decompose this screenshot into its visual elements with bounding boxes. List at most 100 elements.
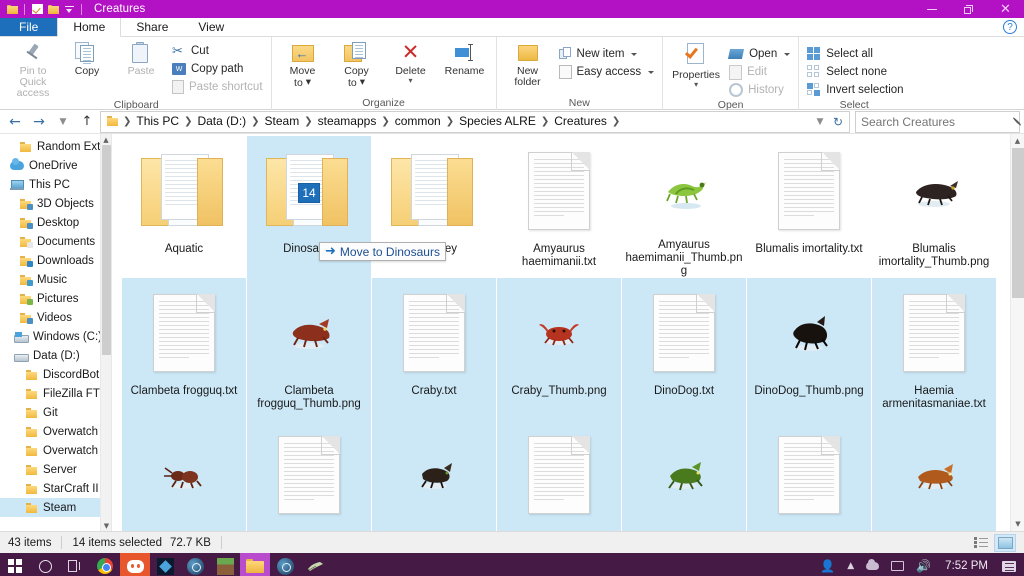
onedrive-tray-icon[interactable] — [860, 553, 885, 576]
breadcrumb-item-steam[interactable]: Steam — [261, 112, 304, 131]
rename-button[interactable]: Rename — [438, 40, 492, 77]
new-item-button[interactable]: New item — [555, 45, 659, 63]
start-button[interactable] — [0, 553, 30, 576]
history-dropdown-icon[interactable]: ▼ — [813, 111, 827, 133]
volume-icon[interactable]: 🔊 — [910, 553, 937, 576]
scrollbar-thumb[interactable] — [1012, 148, 1024, 298]
sidebar-item-overwatch[interactable]: Overwatch — [0, 422, 111, 441]
list-item[interactable]: Craby_Thumb.png — [497, 278, 621, 420]
clock[interactable]: 7:52 PM — [937, 560, 996, 572]
list-item[interactable]: Craby.txt — [372, 278, 496, 420]
breadcrumb-item-creatures[interactable]: Creatures — [550, 112, 611, 131]
easy-access-button[interactable]: Easy access — [555, 63, 659, 81]
steam-taskbar-button[interactable] — [180, 553, 210, 576]
refresh-icon[interactable]: ↻ — [833, 115, 843, 129]
paste-button[interactable]: Paste — [114, 40, 168, 77]
list-item[interactable] — [247, 420, 371, 531]
tab-home[interactable]: Home — [57, 18, 121, 37]
file-list-pane[interactable]: Aquatic 14 Dinosaurs — [112, 134, 1024, 531]
cortana-button[interactable] — [30, 553, 60, 576]
new-folder-button[interactable]: Newfolder — [501, 40, 555, 88]
sidebar-item-steam[interactable]: Steam — [0, 498, 111, 517]
search-box[interactable] — [855, 111, 1020, 133]
customize-caret-icon[interactable] — [62, 2, 76, 16]
breadcrumb-separator[interactable]: ❯ — [303, 116, 313, 127]
sidebar-item-overwatch-test[interactable]: Overwatch Test — [0, 441, 111, 460]
sidebar-item-downloads[interactable]: Downloads — [0, 251, 111, 270]
move-to-button[interactable]: ← Moveto ▾ — [276, 40, 330, 89]
copy-path-button[interactable]: W Copy path — [168, 60, 267, 78]
sidebar-item-documents[interactable]: Documents — [0, 232, 111, 251]
breadcrumb-separator[interactable]: ❯ — [445, 116, 455, 127]
file-pane-scrollbar[interactable]: ▲ ▼ — [1010, 134, 1024, 531]
app-blue-taskbar-button[interactable] — [150, 553, 180, 576]
scrollbar-thumb[interactable] — [102, 145, 111, 355]
properties-button[interactable]: Properties ▾ — [667, 40, 725, 88]
list-item[interactable]: Blumalis imortality_Thumb.png — [872, 136, 996, 278]
select-all-button[interactable]: Select all — [803, 45, 907, 63]
details-view-button[interactable] — [970, 534, 992, 552]
sidebar-item-discordbot[interactable]: DiscordBot — [0, 365, 111, 384]
minimize-button[interactable] — [913, 0, 950, 18]
invert-selection-button[interactable]: Invert selection — [803, 81, 907, 99]
help-button[interactable]: ? — [1003, 20, 1017, 34]
task-view-button[interactable] — [60, 553, 90, 576]
up-icon[interactable]: ↑ — [76, 111, 98, 133]
recent-locations-icon[interactable]: ▼ — [52, 111, 74, 133]
list-item[interactable] — [872, 420, 996, 531]
forward-icon[interactable]: → — [28, 111, 50, 133]
breadcrumb-separator[interactable]: ❯ — [380, 116, 390, 127]
breadcrumb-item-species-alre[interactable]: Species ALRE — [455, 112, 540, 131]
tab-file[interactable]: File — [0, 18, 57, 36]
search-input[interactable] — [861, 115, 1016, 129]
list-item[interactable] — [122, 420, 246, 531]
sidebar-item-starcraft-ii[interactable]: StarCraft II — [0, 479, 111, 498]
list-item[interactable] — [747, 420, 871, 531]
file-explorer-taskbar-button[interactable] — [240, 553, 270, 576]
list-item[interactable] — [622, 420, 746, 531]
breadcrumb-separator[interactable]: ❯ — [540, 116, 550, 127]
large-icons-view-button[interactable] — [994, 534, 1016, 552]
sidebar-item-filezilla[interactable]: FileZilla FTP Clie — [0, 384, 111, 403]
sidebar-scrollbar[interactable]: ▲ ▼ — [100, 134, 111, 531]
edit-button[interactable]: Edit — [725, 63, 794, 81]
scroll-up-icon[interactable]: ▲ — [1011, 134, 1024, 148]
folder-icon[interactable] — [5, 2, 19, 16]
breadcrumb-item-steamapps[interactable]: steamapps — [314, 112, 381, 131]
pin-to-quick-access-button[interactable]: Pin to Quickaccess — [6, 40, 60, 99]
scroll-down-icon[interactable]: ▼ — [101, 520, 112, 531]
breadcrumb-separator[interactable]: ❯ — [250, 116, 260, 127]
breadcrumb-separator[interactable]: ❯ — [611, 116, 621, 127]
cut-button[interactable]: ✂ Cut — [168, 42, 267, 60]
chrome-taskbar-button[interactable] — [90, 553, 120, 576]
list-item[interactable]: Haemia armenitasmaniae.txt — [872, 278, 996, 420]
sidebar-item-desktop[interactable]: Desktop — [0, 213, 111, 232]
list-item[interactable]: Clambeta frogguq_Thumb.png — [247, 278, 371, 420]
new-folder-icon[interactable] — [46, 2, 60, 16]
breadcrumb-item-this-pc[interactable]: This PC — [132, 112, 183, 131]
minecraft-taskbar-button[interactable] — [210, 553, 240, 576]
copy-to-button[interactable]: Copyto ▾ — [330, 40, 384, 89]
breadcrumb[interactable]: ❯ This PC ❯ Data (D:) ❯ Steam ❯ steamapp… — [100, 111, 850, 133]
sidebar-item-this-pc[interactable]: This PC — [0, 175, 111, 194]
action-center-icon[interactable] — [996, 553, 1022, 576]
history-button[interactable]: History — [725, 81, 794, 99]
scroll-up-icon[interactable]: ▲ — [101, 134, 111, 145]
sidebar-item-random-extra[interactable]: Random Extra — [0, 137, 111, 156]
sidebar-item-data-d[interactable]: Data (D:) — [0, 346, 111, 365]
discord-taskbar-button[interactable] — [120, 553, 150, 576]
copy-button[interactable]: Copy — [60, 40, 114, 77]
sidebar-item-3d-objects[interactable]: 3D Objects — [0, 194, 111, 213]
steam-alt-taskbar-button[interactable] — [270, 553, 300, 576]
list-item[interactable]: Blumalis imortality.txt — [747, 136, 871, 278]
restore-button[interactable] — [950, 0, 987, 18]
list-item[interactable] — [497, 420, 621, 531]
sidebar-item-server[interactable]: Server — [0, 460, 111, 479]
sidebar-item-git[interactable]: Git — [0, 403, 111, 422]
properties-check-icon[interactable] — [30, 2, 44, 16]
list-item[interactable]: Amyaurus haemimanii.txt — [497, 136, 621, 278]
list-item[interactable]: DinoDog.txt — [622, 278, 746, 420]
list-item[interactable]: Aquatic — [122, 136, 246, 278]
delete-button[interactable]: ✕ Delete ▾ — [384, 40, 438, 84]
list-item[interactable]: Amyaurus haemimanii_Thumb.png — [622, 136, 746, 278]
